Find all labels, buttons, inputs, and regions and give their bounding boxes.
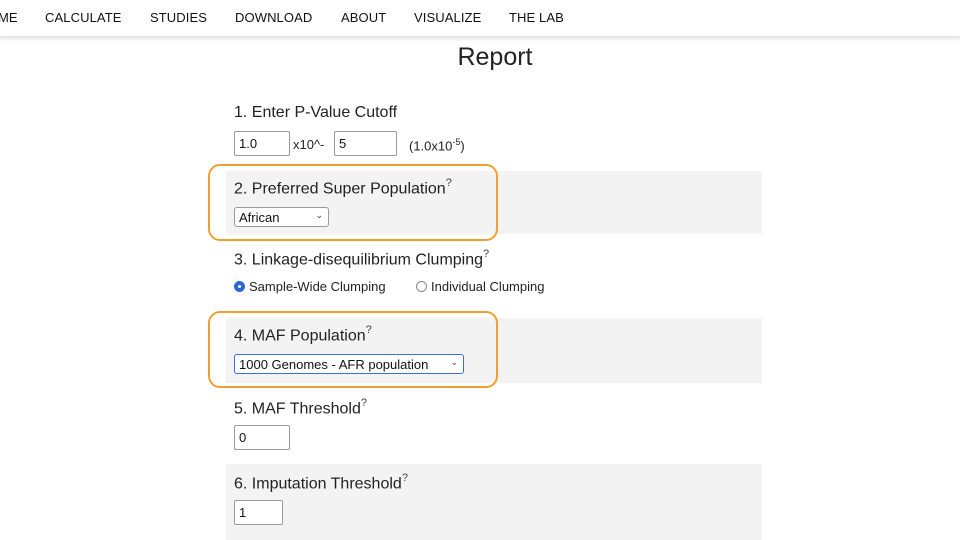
top-nav: ME CALCULATE STUDIES DOWNLOAD ABOUT VISU… bbox=[0, 0, 960, 37]
maf-population-select[interactable]: 1000 Genomes - AFR population ⌄ bbox=[234, 354, 464, 374]
radio-checked-icon[interactable] bbox=[234, 281, 245, 292]
maf-population-selected: 1000 Genomes - AFR population bbox=[239, 357, 429, 372]
maf-population-help-icon[interactable]: ? bbox=[366, 324, 372, 336]
radio-sample-wide[interactable]: Sample-Wide Clumping bbox=[234, 279, 386, 294]
maf-population-label: 4. MAF Population? bbox=[234, 324, 372, 345]
nav-the-lab[interactable]: THE LAB bbox=[509, 10, 564, 25]
maf-population-section: 4. MAF Population? 1000 Genomes - AFR po… bbox=[226, 318, 762, 383]
imputation-threshold-help-icon[interactable]: ? bbox=[402, 472, 408, 484]
imputation-threshold-input[interactable] bbox=[234, 500, 283, 525]
ld-clumping-label: 3. Linkage-disequilibrium Clumping? bbox=[234, 248, 490, 269]
super-population-section: 2. Preferred Super Population? African ⌄ bbox=[226, 171, 762, 234]
radio-individual[interactable]: Individual Clumping bbox=[416, 279, 544, 294]
ld-clumping-section: 3. Linkage-disequilibrium Clumping? Samp… bbox=[226, 240, 762, 312]
nav-calculate[interactable]: CALCULATE bbox=[45, 10, 122, 25]
imputation-threshold-section: 6. Imputation Threshold? bbox=[226, 464, 762, 540]
pvalue-exponent-input[interactable] bbox=[334, 131, 397, 156]
chevron-down-icon: ⌄ bbox=[450, 357, 458, 367]
maf-threshold-label: 5. MAF Threshold? bbox=[234, 397, 367, 418]
nav-about[interactable]: ABOUT bbox=[341, 10, 386, 25]
maf-threshold-help-icon[interactable]: ? bbox=[361, 397, 367, 409]
radio-individual-label: Individual Clumping bbox=[431, 279, 545, 294]
pvalue-section: 1. Enter P-Value Cutoff x10^- (1.0x10-5) bbox=[226, 95, 762, 165]
super-population-help-icon[interactable]: ? bbox=[446, 177, 452, 189]
super-population-label: 2. Preferred Super Population? bbox=[234, 177, 452, 198]
radio-unchecked-icon[interactable] bbox=[416, 281, 427, 292]
ld-clumping-help-icon[interactable]: ? bbox=[483, 248, 489, 260]
nav-studies[interactable]: STUDIES bbox=[150, 10, 207, 25]
super-population-select[interactable]: African ⌄ bbox=[234, 207, 329, 227]
pvalue-mantissa-input[interactable] bbox=[234, 131, 290, 156]
pvalue-times-text: x10^- bbox=[293, 137, 325, 152]
chevron-down-icon: ⌄ bbox=[315, 210, 323, 220]
maf-threshold-section: 5. MAF Threshold? bbox=[226, 389, 762, 459]
pvalue-display: (1.0x10-5) bbox=[409, 137, 465, 154]
pvalue-label: 1. Enter P-Value Cutoff bbox=[234, 104, 398, 121]
page-title: Report bbox=[457, 43, 533, 71]
imputation-threshold-label: 6. Imputation Threshold? bbox=[234, 472, 408, 493]
nav-home[interactable]: ME bbox=[0, 10, 18, 25]
radio-sample-wide-label: Sample-Wide Clumping bbox=[249, 279, 386, 294]
nav-download[interactable]: DOWNLOAD bbox=[235, 10, 312, 25]
maf-threshold-input[interactable] bbox=[234, 425, 290, 450]
super-population-selected: African bbox=[239, 210, 280, 225]
nav-visualize[interactable]: VISUALIZE bbox=[414, 10, 481, 25]
